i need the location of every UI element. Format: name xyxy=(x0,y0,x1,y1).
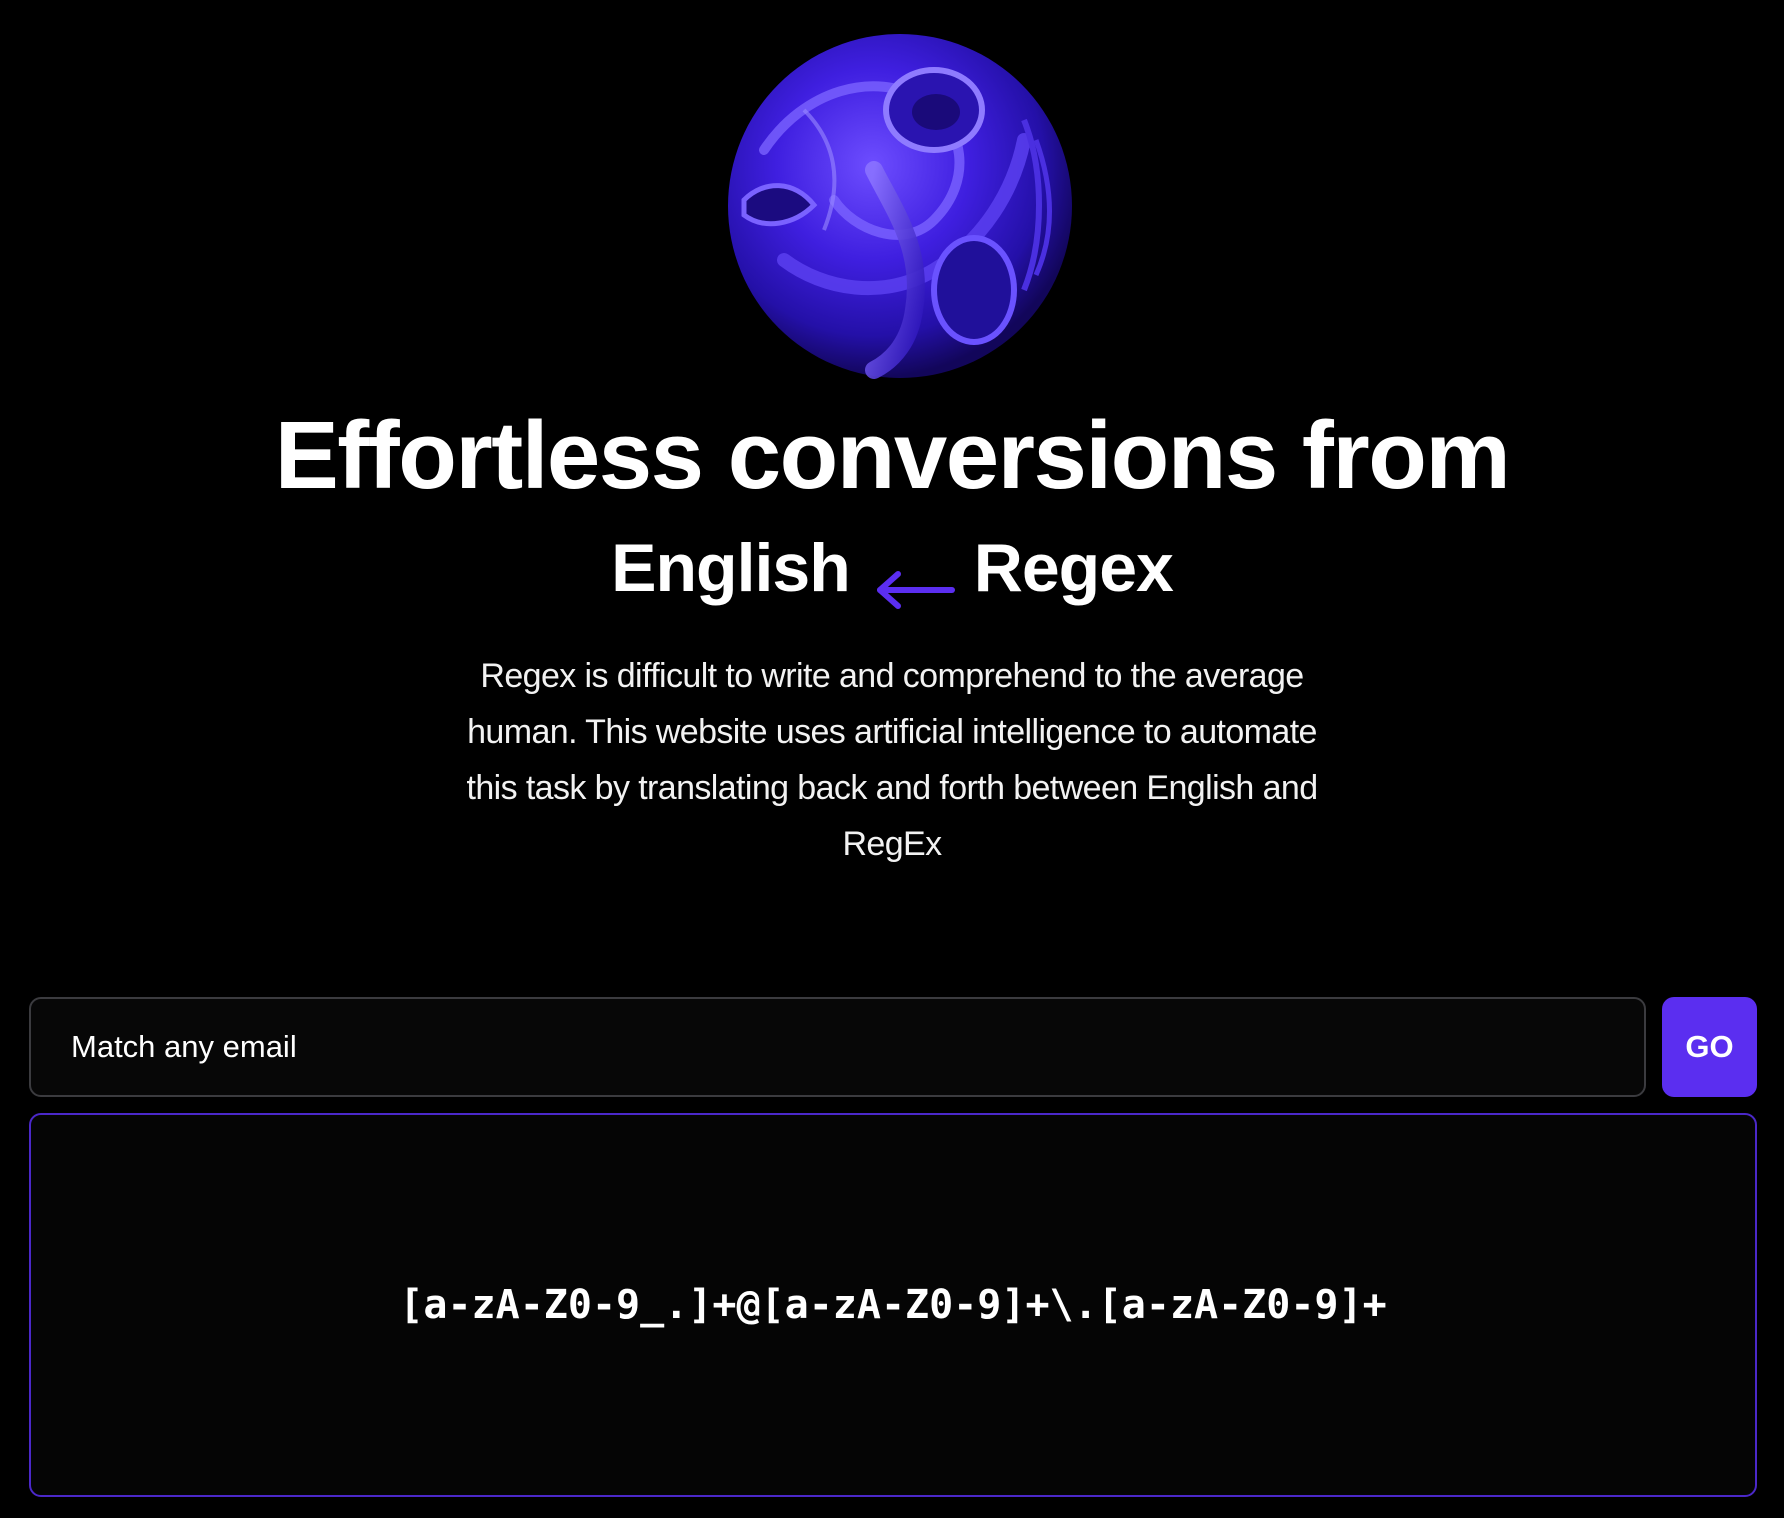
arrow-left-icon xyxy=(872,548,956,609)
page-title: Effortless conversions from xyxy=(274,402,1511,509)
description: Regex is difficult to write and comprehe… xyxy=(466,657,1318,863)
query-input[interactable] xyxy=(31,999,1644,1095)
regex-output-text: [a-zA-Z0-9_.]+@[a-zA-Z0-9]+\.[a-zA-Z0-9]… xyxy=(399,1282,1387,1328)
regex-output-panel: [a-zA-Z0-9_.]+@[a-zA-Z0-9]+\.[a-zA-Z0-9]… xyxy=(29,1113,1757,1497)
abstract-orb-image xyxy=(724,30,1076,382)
from-language-label: English xyxy=(611,530,851,606)
go-button[interactable]: GO xyxy=(1662,997,1757,1097)
to-language-label: Regex xyxy=(973,530,1174,606)
conversion-direction: English Regex xyxy=(0,528,1784,609)
query-input-container[interactable] xyxy=(29,997,1646,1097)
